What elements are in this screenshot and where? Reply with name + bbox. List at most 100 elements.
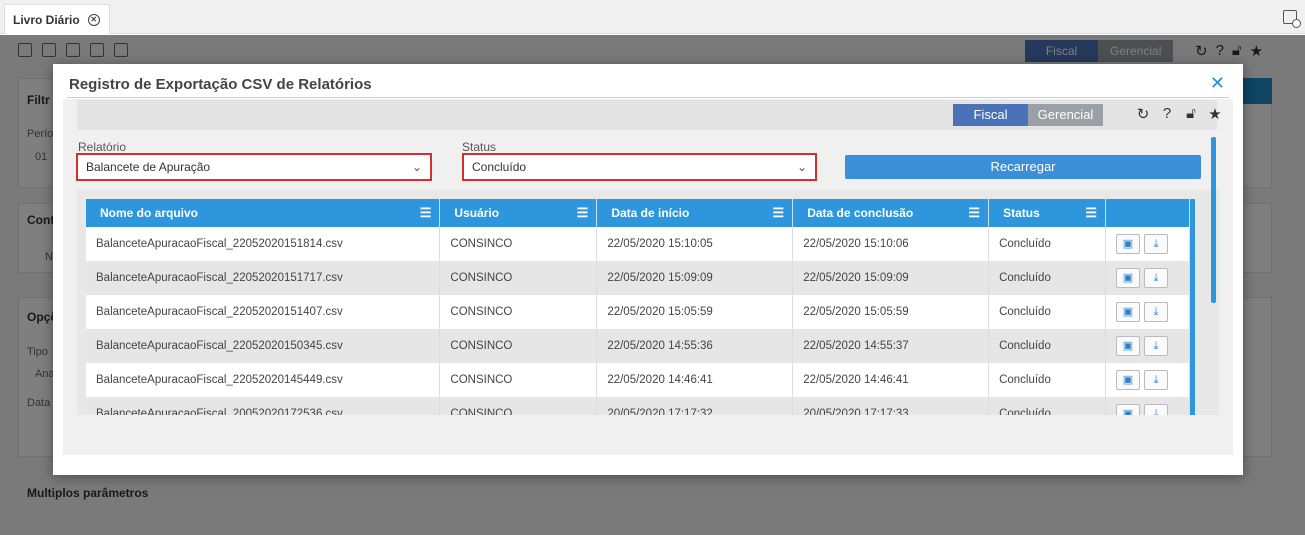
cell-status: Concluído (988, 397, 1106, 415)
table-row[interactable]: BalanceteApuracaoFiscal_20052020172536.c… (86, 397, 1190, 415)
column-header-label: Status (1003, 206, 1040, 220)
table-row[interactable]: BalanceteApuracaoFiscal_22052020145449.c… (86, 363, 1190, 397)
column-header-label: Data de conclusão (807, 206, 914, 220)
cell-status: Concluído (988, 261, 1106, 295)
column-header-nome[interactable]: Nome do arquivo ☰ (86, 199, 441, 227)
cell-data-inicio: 22/05/2020 15:05:59 (596, 295, 794, 329)
relatorio-label: Relatório (78, 140, 127, 154)
download-icon[interactable]: ⤓ (1144, 336, 1168, 356)
column-menu-icon[interactable]: ☰ (577, 205, 589, 221)
cell-data-inicio: 22/05/2020 15:10:05 (596, 227, 794, 261)
cell-status: Concluído (988, 329, 1106, 363)
table-row[interactable]: BalanceteApuracaoFiscal_22052020151814.c… (86, 227, 1190, 261)
cell-data-inicio: 20/05/2020 17:17:32 (596, 397, 794, 415)
column-header-status[interactable]: Status ☰ (988, 199, 1106, 227)
cell-data-conclusao: 22/05/2020 15:05:59 (792, 295, 990, 329)
modal-mode-toggle: Fiscal Gerencial (953, 104, 1103, 126)
cell-usuario: CONSINCO (439, 295, 598, 329)
cell-data-conclusao: 22/05/2020 15:09:09 (792, 261, 990, 295)
status-select[interactable]: Concluído ⌄ (462, 153, 817, 181)
cell-nome: BalanceteApuracaoFiscal_22052020151814.c… (86, 227, 441, 261)
column-header-data-inicio[interactable]: Data de início ☰ (596, 199, 794, 227)
cell-nome: BalanceteApuracaoFiscal_20052020172536.c… (86, 397, 441, 415)
cell-actions: ▣ ⤓ (1105, 261, 1190, 295)
view-icon[interactable]: ▣ (1116, 370, 1140, 390)
download-icon[interactable]: ⤓ (1144, 404, 1168, 415)
cell-data-conclusao: 20/05/2020 17:17:33 (792, 397, 990, 415)
table-row[interactable]: BalanceteApuracaoFiscal_22052020151717.c… (86, 261, 1190, 295)
tab-label: Livro Diário (13, 12, 80, 27)
cell-usuario: CONSINCO (439, 261, 598, 295)
column-menu-icon[interactable]: ☰ (968, 205, 980, 221)
cell-status: Concluído (988, 295, 1106, 329)
modal-toolbar: Fiscal Gerencial ↻ ? 🔓︎ ★ (77, 100, 1222, 130)
cell-data-inicio: 22/05/2020 14:46:41 (596, 363, 794, 397)
column-header-usuario[interactable]: Usuário ☰ (439, 199, 598, 227)
view-icon[interactable]: ▣ (1116, 268, 1140, 288)
cell-status: Concluído (988, 363, 1106, 397)
export-table: Nome do arquivo ☰ Usuário ☰ Data de início… (86, 199, 1190, 415)
cell-usuario: CONSINCO (439, 329, 598, 363)
download-icon[interactable]: ⤓ (1144, 234, 1168, 254)
column-header-actions (1105, 199, 1190, 227)
column-header-label: Nome do arquivo (100, 206, 199, 220)
cell-usuario: CONSINCO (439, 397, 598, 415)
export-log-modal: Registro de Exportação CSV de Relatórios… (53, 64, 1243, 475)
cell-data-conclusao: 22/05/2020 14:46:41 (792, 363, 990, 397)
export-grid: Nome do arquivo ☰ Usuário ☰ Data de início… (77, 190, 1219, 415)
modal-toolbar-icons: ↻ ? 🔓︎ ★ (1135, 105, 1223, 123)
table-row[interactable]: BalanceteApuracaoFiscal_22052020150345.c… (86, 329, 1190, 363)
status-label: Status (462, 140, 497, 154)
vertical-scrollbar[interactable] (1211, 137, 1216, 303)
grid-accent-bar (1190, 199, 1195, 415)
reload-button[interactable]: Recarregar (845, 155, 1201, 179)
cell-usuario: CONSINCO (439, 227, 598, 261)
star-icon[interactable]: ★ (1207, 105, 1223, 123)
relatorio-select[interactable]: Balancete de Apuração ⌄ (76, 153, 432, 181)
cell-usuario: CONSINCO (439, 363, 598, 397)
lock-icon[interactable]: 🔓︎ (1183, 105, 1199, 123)
column-header-label: Data de início (611, 206, 690, 220)
modal-title: Registro de Exportação CSV de Relatórios (69, 76, 372, 93)
view-icon[interactable]: ▣ (1116, 336, 1140, 356)
column-menu-icon[interactable]: ☰ (773, 205, 785, 221)
relatorio-value: Balancete de Apuração (86, 160, 211, 174)
cell-actions: ▣ ⤓ (1105, 397, 1190, 415)
cell-data-inicio: 22/05/2020 14:55:36 (596, 329, 794, 363)
download-icon[interactable]: ⤓ (1144, 370, 1168, 390)
cell-data-conclusao: 22/05/2020 15:10:06 (792, 227, 990, 261)
fiscal-toggle[interactable]: Fiscal (953, 104, 1028, 126)
table-row[interactable]: BalanceteApuracaoFiscal_22052020151407.c… (86, 295, 1190, 329)
refresh-icon[interactable]: ↻ (1135, 105, 1151, 123)
cell-nome: BalanceteApuracaoFiscal_22052020151717.c… (86, 261, 441, 295)
column-menu-icon[interactable]: ☰ (420, 205, 432, 221)
chevron-down-icon: ⌄ (411, 160, 422, 174)
gerencial-toggle[interactable]: Gerencial (1028, 104, 1103, 126)
download-icon[interactable]: ⤓ (1144, 302, 1168, 322)
close-icon[interactable]: ✕ (1210, 74, 1225, 92)
column-header-data-conclusao[interactable]: Data de conclusão ☰ (792, 199, 990, 227)
column-header-label: Usuário (454, 206, 500, 220)
tab-livro-diario[interactable]: Livro Diário ✕ (4, 4, 110, 34)
window-settings-icon[interactable] (1283, 10, 1301, 28)
cell-nome: BalanceteApuracaoFiscal_22052020145449.c… (86, 363, 441, 397)
download-icon[interactable]: ⤓ (1144, 268, 1168, 288)
view-icon[interactable]: ▣ (1116, 234, 1140, 254)
cell-actions: ▣ ⤓ (1105, 227, 1190, 261)
chevron-down-icon: ⌄ (796, 160, 807, 174)
view-icon[interactable]: ▣ (1116, 404, 1140, 415)
cell-actions: ▣ ⤓ (1105, 295, 1190, 329)
help-icon[interactable]: ? (1159, 105, 1175, 123)
modal-body: Fiscal Gerencial ↻ ? 🔓︎ ★ Relatório Bala… (63, 99, 1233, 455)
column-menu-icon[interactable]: ☰ (1085, 205, 1097, 221)
view-icon[interactable]: ▣ (1116, 302, 1140, 322)
modal-divider (67, 97, 1229, 98)
table-header-row: Nome do arquivo ☰ Usuário ☰ Data de início… (86, 199, 1190, 227)
tab-bar: Livro Diário ✕ (0, 0, 1305, 34)
cell-nome: BalanceteApuracaoFiscal_22052020150345.c… (86, 329, 441, 363)
status-value: Concluído (472, 160, 527, 174)
cell-actions: ▣ ⤓ (1105, 329, 1190, 363)
close-tab-icon[interactable]: ✕ (87, 13, 100, 26)
cell-nome: BalanceteApuracaoFiscal_22052020151407.c… (86, 295, 441, 329)
cell-status: Concluído (988, 227, 1106, 261)
